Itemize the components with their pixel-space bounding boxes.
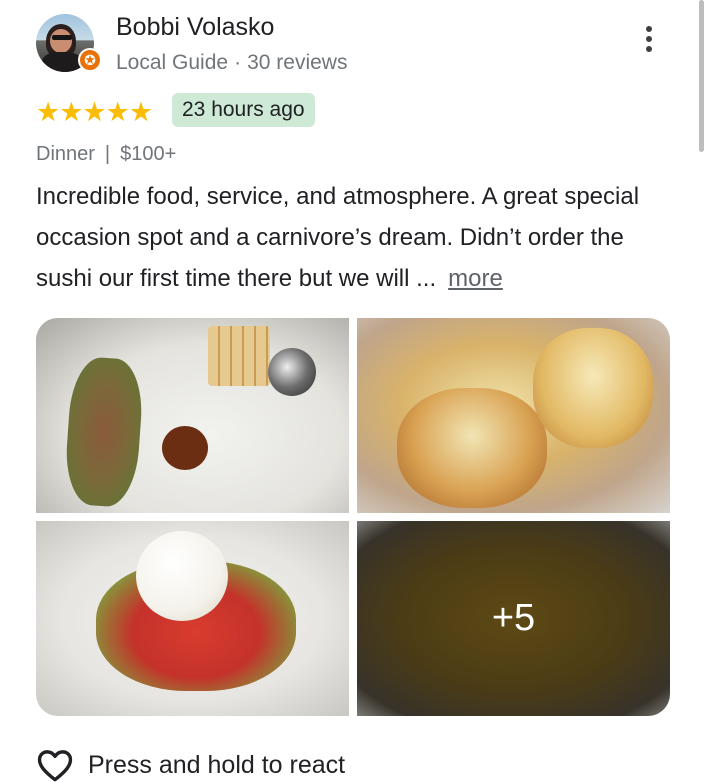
meal-type: Dinner (36, 143, 95, 165)
scrollbar[interactable] (699, 0, 704, 152)
star-rating: ★★★★★ (36, 97, 153, 127)
toast-slices (208, 326, 270, 386)
price-range: $100+ (120, 143, 177, 165)
reviewer-name[interactable]: Bobbi Volasko (116, 12, 274, 42)
tartare-dish (62, 355, 146, 509)
heart-outline-icon (37, 750, 73, 782)
react-button[interactable]: Press and hold to react (36, 748, 345, 782)
react-label: Press and hold to react (88, 750, 346, 779)
local-guide-label: Local Guide (116, 51, 229, 74)
sauce-dollop (162, 426, 208, 470)
review-body: Incredible food, service, and atmosphere… (36, 183, 640, 292)
avatar-face (50, 29, 72, 53)
photo-soup-more[interactable]: +5 (357, 521, 670, 716)
spoon (268, 348, 316, 396)
reviews-count: 30 reviews (247, 51, 348, 74)
more-options-icon[interactable] (636, 26, 662, 60)
popover-bread (397, 388, 547, 508)
visit-details: Dinner | $100+ (36, 141, 176, 167)
review-time-badge: 23 hours ago (172, 93, 315, 127)
avatar-sunglasses (52, 35, 72, 40)
more-link[interactable]: more (448, 265, 503, 292)
more-photos-count[interactable]: +5 (357, 521, 670, 716)
review-photo-grid: +5 (36, 318, 670, 716)
photo-burrata-salad[interactable] (36, 521, 349, 716)
review-text: Incredible food, service, and atmosphere… (36, 176, 676, 299)
photo-popovers[interactable] (357, 318, 670, 513)
subline-separator: · (234, 51, 242, 74)
reviewer-subline[interactable]: Local Guide · 30 reviews (116, 50, 347, 76)
avatar-shirt (42, 52, 82, 72)
local-guide-star-icon: ✪ (78, 48, 102, 72)
popover-bread-2 (533, 328, 653, 448)
photo-tartare[interactable] (36, 318, 349, 513)
meta-separator: | (104, 143, 111, 165)
burrata (136, 531, 228, 621)
